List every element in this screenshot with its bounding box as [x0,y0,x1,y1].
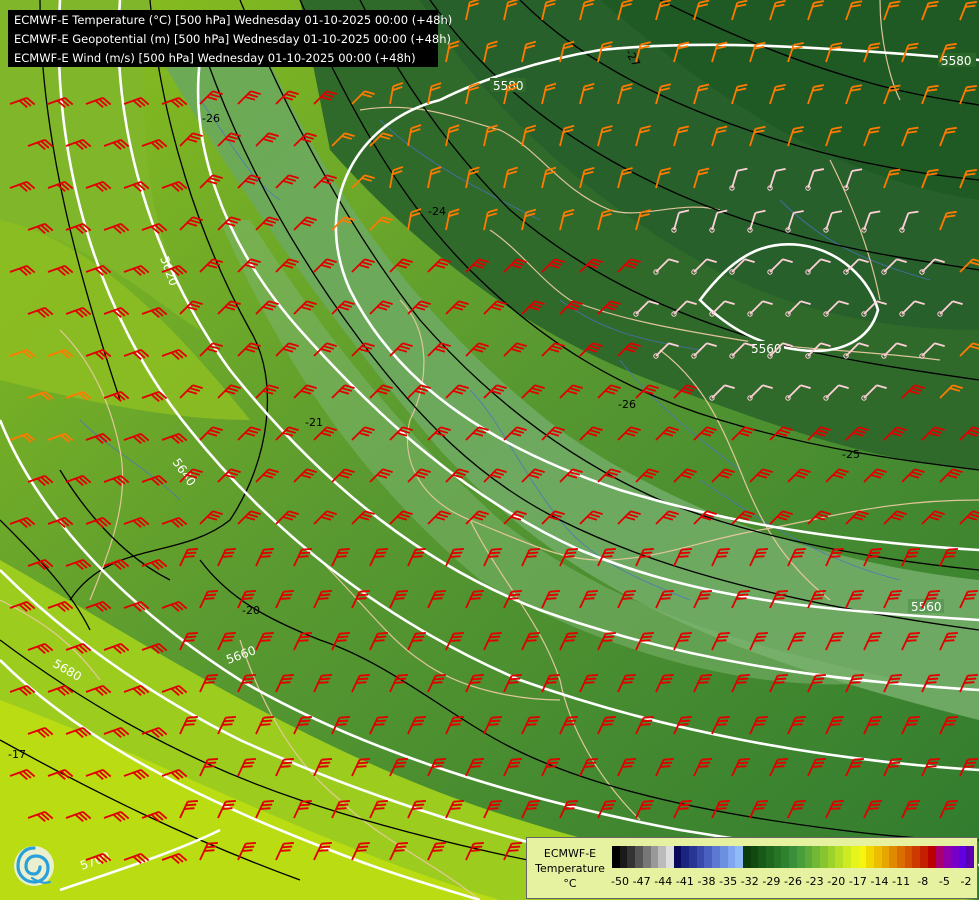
legend-swatch [796,846,805,868]
legend-tick-label: -17 [848,875,867,888]
legend-tick-label: -47 [632,875,651,888]
legend-swatch [858,846,867,868]
legend-swatch [773,846,782,868]
legend-swatch [681,846,690,868]
legend-swatch [866,846,874,868]
legend-swatch [712,846,720,868]
legend-tick-label: -32 [740,875,759,888]
temp-label: -21 [305,416,323,429]
legend-swatch [696,846,705,868]
legend-tick-label: -44 [654,875,673,888]
geo-label: 5560 [911,600,942,614]
temperature-legend: ECMWF-E Temperature °C -50 -47 -44 -41 -38 -3… [526,837,978,899]
legend-color-bar [612,846,975,868]
legend-title: ECMWF-E Temperature °C [531,846,609,891]
legend-swatch [612,846,620,868]
legend-swatch [766,846,774,868]
legend-swatch [904,846,913,868]
legend-tick-label: -23 [805,875,824,888]
legend-swatch [912,846,921,868]
temp-label: -24 [428,205,446,218]
legend-tick-label: -41 [675,875,694,888]
temp-label: -20 [242,604,260,617]
legend-swatch [689,846,697,868]
legend-swatch [889,846,898,868]
legend-swatch [650,846,659,868]
title-box: ECMWF-E Temperature (°C) [500 hPa] Wedne… [8,10,453,67]
temp-label: -25 [842,448,860,461]
legend-swatch [958,846,967,868]
legend-tick-label: -20 [827,875,846,888]
legend-swatch [935,846,944,868]
legend-title-line1: ECMWF-E [543,847,597,860]
legend-swatch [966,846,975,868]
legend-swatch [627,846,636,868]
legend-unit: °C [563,877,577,890]
legend-swatch [881,846,890,868]
legend-tick-label: -38 [697,875,716,888]
legend-ticks: -50 -47 -44 -41 -38 -35 -32 -29 -26 -23 -20 -17 -14-… [611,875,974,889]
legend-swatch [873,846,882,868]
legend-swatch [950,846,959,868]
legend-swatch [819,846,828,868]
ecmwf-swirl-logo [14,846,54,886]
legend-swatch [843,846,851,868]
legend-swatch [673,846,682,868]
temp-label: -17 [8,748,26,761]
geo-label: 5580 [941,54,972,68]
legend-swatch [642,846,651,868]
legend-swatch [897,846,905,868]
legend-swatch [835,846,844,868]
legend-swatch [742,846,751,868]
legend-tick-label: -29 [762,875,781,888]
legend-swatch [758,846,767,868]
legend-tick-label: -35 [719,875,738,888]
legend-swatch [719,846,728,868]
title-geopotential: ECMWF-E Geopotential (m) [500 hPa] Wedne… [14,32,451,46]
legend-swatch [927,846,936,868]
title-wind: ECMWF-E Wind (m/s) [500 hPa] Wednesday 0… [14,51,416,65]
legend-swatch [750,846,759,868]
legend-title-line2: Temperature [535,862,605,875]
title-temperature: ECMWF-E Temperature (°C) [500 hPa] Wedne… [14,13,453,27]
legend-swatch [635,846,643,868]
legend-tick-label: -50 [611,875,629,888]
legend-swatch [658,846,666,868]
legend-swatch [920,846,928,868]
legend-swatch [789,846,797,868]
legend-tick-label: -5 [938,875,950,888]
legend-swatch [665,846,674,868]
legend-swatch [943,846,951,868]
legend-tick-label: -11 [892,875,911,888]
legend-tick-label: -14 [870,875,889,888]
legend-swatch [804,846,813,868]
legend-swatch [781,846,790,868]
temp-label: -26 [202,112,220,125]
legend-swatch [727,846,736,868]
legend-tick-label: -8 [917,875,929,888]
legend-tick-label: -26 [784,875,802,888]
temp-label: -26 [618,398,636,411]
legend-swatch [619,846,628,868]
forecast-map[interactable]: 5580 5580 5560 5560 5620 5640 5660 5680 … [0,0,979,900]
legend-tick-label: -2 [960,875,972,888]
legend-swatch [735,846,743,868]
legend-swatch [850,846,859,868]
legend-swatch [827,846,836,868]
legend-swatch [704,846,713,868]
legend-swatch [812,846,820,868]
